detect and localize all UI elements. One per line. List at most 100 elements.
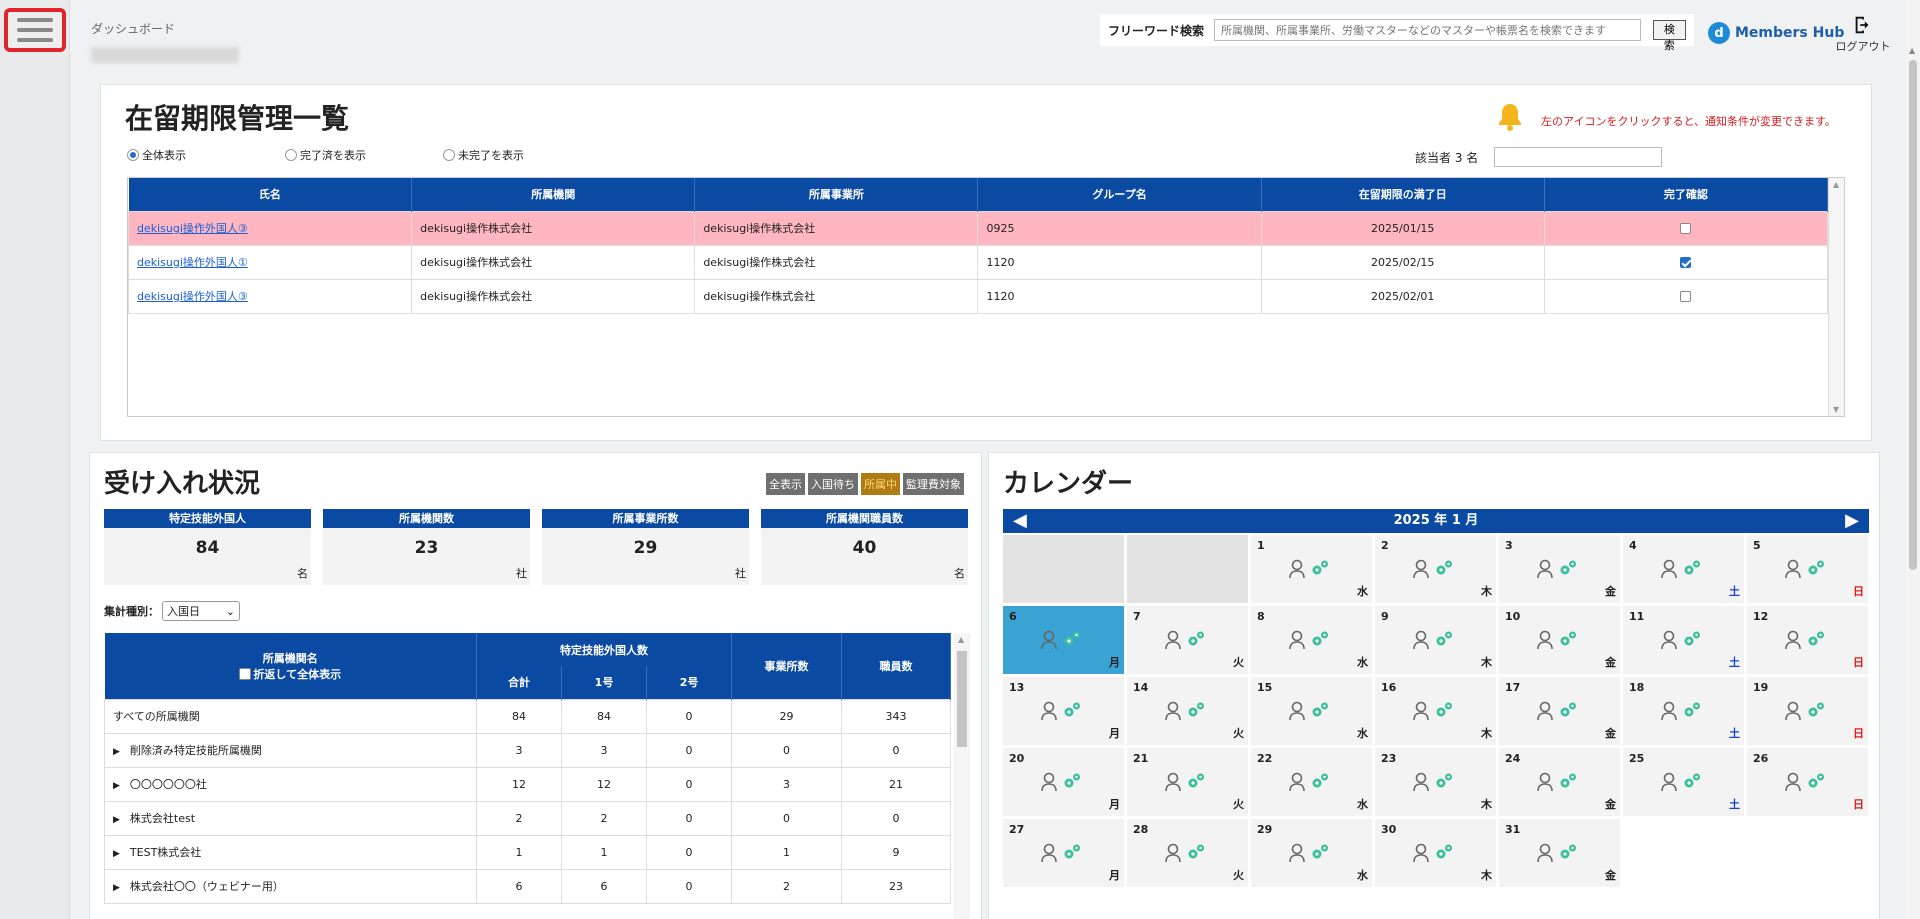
done-checkbox[interactable] <box>1680 257 1692 268</box>
gear-icon[interactable] <box>1434 843 1454 866</box>
calendar-day-cell[interactable]: 30 木 <box>1375 819 1496 887</box>
calendar-day-cell[interactable]: 17 金 <box>1499 677 1620 745</box>
person-icon[interactable] <box>1164 701 1182 724</box>
person-link[interactable]: dekisugi操作外国人③ <box>137 290 248 303</box>
person-icon[interactable] <box>1288 772 1306 795</box>
radio-show-all[interactable]: 全体表示 <box>127 147 285 163</box>
scroll-up-arrow-icon[interactable]: ▲ <box>1833 180 1839 189</box>
gear-icon[interactable] <box>1310 630 1330 653</box>
calendar-day-cell[interactable]: 6月 <box>1003 606 1124 674</box>
search-button[interactable]: 検索 <box>1652 20 1686 52</box>
gear-icon[interactable] <box>1682 772 1702 795</box>
col-group[interactable]: グループ名 <box>977 178 1262 211</box>
person-icon[interactable] <box>1660 701 1678 724</box>
filter-affiliated-button[interactable]: 所属中 <box>861 473 900 495</box>
person-icon[interactable] <box>1784 772 1802 795</box>
gear-icon[interactable] <box>1558 772 1578 795</box>
calendar-day-cell[interactable]: 31 金 <box>1499 819 1620 887</box>
calendar-day-cell[interactable]: 11 土 <box>1623 606 1744 674</box>
person-link[interactable]: dekisugi操作外国人① <box>137 256 248 269</box>
intake-table-scrollbar[interactable]: ▲ <box>954 633 970 919</box>
person-icon[interactable] <box>1660 559 1678 582</box>
person-icon[interactable] <box>1784 630 1802 653</box>
gear-icon[interactable] <box>1682 559 1702 582</box>
col-org[interactable]: 所属機関 <box>411 178 696 211</box>
gear-icon[interactable] <box>1558 559 1578 582</box>
table-row[interactable]: ▶ 削除済み特定技能所属機関 3 3 0 0 0 <box>104 732 952 768</box>
person-icon[interactable] <box>1660 630 1678 653</box>
expand-arrow-icon[interactable]: ▶ <box>113 815 120 825</box>
person-icon[interactable] <box>1040 630 1058 653</box>
gear-icon[interactable] <box>1310 772 1330 795</box>
person-icon[interactable] <box>1040 772 1058 795</box>
calendar-day-cell[interactable]: 26 日 <box>1747 748 1868 816</box>
person-icon[interactable] <box>1288 559 1306 582</box>
calendar-day-cell[interactable]: 3金 <box>1499 535 1620 603</box>
table-row[interactable]: ▶ 〇〇〇〇〇〇社 12 12 0 3 21 <box>104 766 952 802</box>
calendar-day-cell[interactable]: 9木 <box>1375 606 1496 674</box>
gear-icon[interactable] <box>1434 559 1454 582</box>
calendar-day-cell[interactable]: 20 月 <box>1003 748 1124 816</box>
gear-icon[interactable] <box>1806 772 1826 795</box>
person-link[interactable]: dekisugi操作外国人③ <box>137 222 248 235</box>
person-icon[interactable] <box>1040 701 1058 724</box>
gear-icon[interactable] <box>1062 843 1082 866</box>
calendar-day-cell[interactable]: 7火 <box>1127 606 1248 674</box>
calendar-day-cell[interactable]: 25 土 <box>1623 748 1744 816</box>
calendar-day-cell[interactable]: 21 火 <box>1127 748 1248 816</box>
person-icon[interactable] <box>1288 843 1306 866</box>
search-input[interactable] <box>1214 19 1641 41</box>
calendar-day-cell[interactable]: 18 土 <box>1623 677 1744 745</box>
calendar-day-cell[interactable]: 13 月 <box>1003 677 1124 745</box>
gear-icon[interactable] <box>1186 630 1206 653</box>
expand-arrow-icon[interactable]: ▶ <box>113 747 120 757</box>
done-checkbox[interactable] <box>1680 291 1692 302</box>
gear-icon[interactable] <box>1434 701 1454 724</box>
table-row[interactable]: ▶ 株式会社test 2 2 0 0 0 <box>104 800 952 836</box>
gear-icon[interactable] <box>1806 559 1826 582</box>
person-icon[interactable] <box>1412 630 1430 653</box>
person-icon[interactable] <box>1660 772 1678 795</box>
gear-icon[interactable] <box>1558 701 1578 724</box>
radio-dot[interactable] <box>127 149 139 161</box>
calendar-day-cell[interactable]: 1水 <box>1251 535 1372 603</box>
filter-all-button[interactable]: 全表示 <box>766 473 805 495</box>
breadcrumb[interactable]: ダッシュボード <box>91 20 175 37</box>
logout-button[interactable]: ログアウト <box>1830 14 1896 54</box>
filter-supervision-fee-button[interactable]: 監理費対象 <box>903 473 964 495</box>
next-month-icon[interactable]: ▶ <box>1845 509 1859 533</box>
col-office[interactable]: 所属事業所 <box>694 178 979 211</box>
person-icon[interactable] <box>1288 701 1306 724</box>
scroll-down-arrow-icon[interactable]: ▼ <box>1833 405 1839 414</box>
radio-show-completed[interactable]: 完了済を表示 <box>285 147 443 163</box>
person-icon[interactable] <box>1784 559 1802 582</box>
calendar-day-cell[interactable]: 14 火 <box>1127 677 1248 745</box>
person-icon[interactable] <box>1040 843 1058 866</box>
person-icon[interactable] <box>1784 701 1802 724</box>
person-icon[interactable] <box>1164 630 1182 653</box>
scrollbar-thumb[interactable] <box>957 651 967 747</box>
calendar-day-cell[interactable]: 2木 <box>1375 535 1496 603</box>
scroll-up-arrow-icon[interactable]: ▲ <box>1909 46 1915 55</box>
radio-show-incomplete[interactable]: 未完了を表示 <box>443 147 601 163</box>
col-name[interactable]: 氏名 <box>128 178 413 211</box>
table-row[interactable]: ▶ TEST株式会社 1 1 0 1 9 <box>104 834 952 870</box>
calendar-day-cell[interactable]: 15 水 <box>1251 677 1372 745</box>
col-expiry[interactable]: 在留期限の満了日 <box>1261 178 1545 211</box>
wrap-checkbox[interactable] <box>239 667 252 680</box>
page-scrollbar[interactable]: ▲ <box>1905 0 1920 919</box>
gear-icon[interactable] <box>1806 630 1826 653</box>
calendar-day-cell[interactable]: 19 日 <box>1747 677 1868 745</box>
prev-month-icon[interactable]: ◀ <box>1013 509 1027 533</box>
gear-icon[interactable] <box>1310 559 1330 582</box>
calendar-day-cell[interactable]: 5日 <box>1747 535 1868 603</box>
person-icon[interactable] <box>1536 630 1554 653</box>
residence-table-scrollbar[interactable]: ▲ ▼ <box>1828 178 1844 416</box>
gear-icon[interactable] <box>1186 772 1206 795</box>
gear-icon[interactable] <box>1062 772 1082 795</box>
calendar-day-cell[interactable]: 22 水 <box>1251 748 1372 816</box>
expand-arrow-icon[interactable]: ▶ <box>113 883 120 893</box>
gear-icon[interactable] <box>1310 701 1330 724</box>
gear-icon[interactable] <box>1558 630 1578 653</box>
person-icon[interactable] <box>1164 772 1182 795</box>
